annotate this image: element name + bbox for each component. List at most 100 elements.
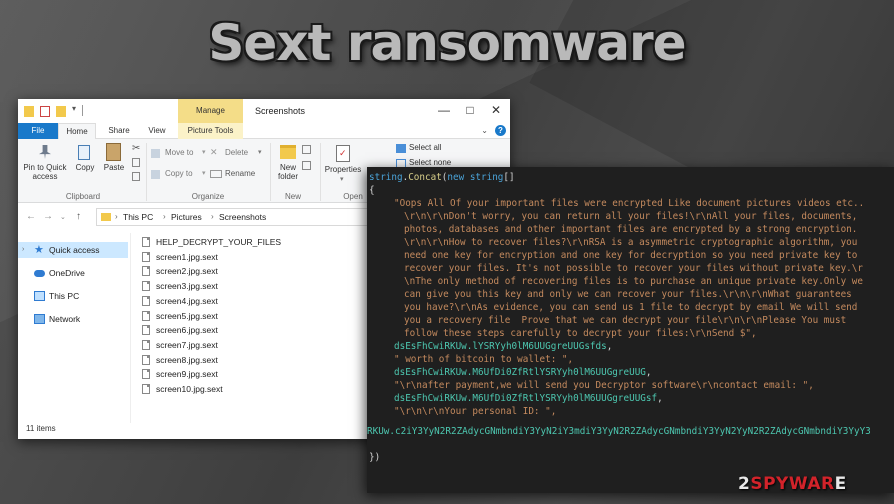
close-icon[interactable]: ✕ — [485, 103, 507, 117]
clipboard-group-label: Clipboard — [65, 192, 101, 201]
paste-shortcut-icon[interactable] — [132, 172, 140, 181]
nav-item-network[interactable]: Network — [18, 311, 128, 327]
file-item[interactable]: screen10.jpg.sext — [140, 382, 340, 397]
copy-to-button[interactable]: Copy to ▾ — [149, 169, 207, 181]
new-folder-label: New folder — [277, 163, 298, 181]
watermark-red: SPYWAR — [750, 474, 835, 494]
code-punct: , — [657, 393, 663, 404]
nav-item-this-pc[interactable]: This PC — [18, 288, 128, 304]
tab-picture-tools[interactable]: Picture Tools — [178, 123, 243, 139]
breadcrumb-pictures[interactable]: Pictures — [171, 212, 202, 222]
code-line: string.Concat(new string[] — [369, 172, 515, 183]
rename-icon — [210, 170, 222, 178]
code-line: dsEsFhCwiRKUw.M6UfDi0ZfRtlYSRYyh0lM6UUGg… — [394, 392, 663, 405]
pin-icon — [39, 145, 51, 159]
code-keyword: string — [469, 172, 504, 183]
select-all-icon — [396, 144, 406, 153]
code-variable: dsEsFhCwiRKUw. — [394, 393, 473, 404]
monitor-icon — [34, 291, 45, 301]
forward-arrow-icon[interactable]: → — [43, 211, 53, 222]
file-item[interactable]: screen8.jpg.sext — [140, 353, 340, 368]
watermark-logo: 2SPYWARE — [738, 474, 847, 494]
code-line: \r\n\r\nDon't worry, you can return all … — [404, 211, 858, 222]
breadcrumb-screenshots[interactable]: Screenshots — [219, 212, 266, 222]
easy-access-icon[interactable] — [302, 161, 311, 170]
chevron-down-icon: ▾ — [202, 170, 206, 177]
chevron-down-icon[interactable]: ⌄ — [481, 126, 488, 135]
file-icon — [142, 354, 150, 365]
tab-home[interactable]: Home — [58, 123, 96, 139]
status-bar-count: 11 items — [26, 424, 56, 433]
checkmark-icon[interactable] — [40, 106, 50, 117]
code-line: "Oops All Of your important files were e… — [394, 198, 865, 209]
code-line: dsEsFhCwiRKUw.lYSRYyh0lM6UUGgreUUGsfds, — [394, 340, 612, 353]
file-name: screen3.jpg.sext — [156, 281, 218, 292]
file-item[interactable]: HELP_DECRYPT_YOUR_FILES — [140, 235, 340, 250]
properties-button[interactable]: ✓ Properties ▾ — [322, 143, 364, 189]
rename-button[interactable]: Rename — [208, 169, 266, 181]
ribbon-separator — [146, 143, 147, 201]
nav-item-onedrive[interactable]: OneDrive — [18, 265, 128, 281]
code-keyword: string — [369, 172, 403, 183]
new-folder-button[interactable]: New folder — [272, 143, 304, 189]
code-line: \nThe only method of recovering files is… — [404, 276, 863, 287]
cut-icon[interactable]: ✂ — [132, 143, 140, 154]
pin-label: Pin to Quick access — [23, 163, 67, 181]
paste-icon — [106, 143, 121, 161]
tab-view[interactable]: View — [139, 123, 175, 139]
code-punct: [] — [503, 172, 515, 183]
breadcrumb-this-pc[interactable]: This PC — [123, 212, 153, 222]
code-line: follow these steps carefully to decrypt … — [404, 328, 757, 339]
new-item-icon[interactable] — [302, 145, 311, 154]
file-item[interactable]: screen6.jpg.sext — [140, 323, 340, 338]
file-item[interactable]: screen5.jpg.sext — [140, 309, 340, 324]
maximize-icon[interactable]: □ — [459, 103, 481, 117]
code-line: photos, databases and other important fi… — [404, 224, 858, 235]
recent-locations-icon[interactable]: ⌄ — [60, 213, 66, 221]
code-line: "\r\nafter payment,we will send you Decr… — [394, 380, 814, 391]
copy-path-icon[interactable] — [132, 158, 140, 167]
copy-button[interactable]: Copy — [72, 143, 98, 189]
file-item[interactable]: screen1.jpg.sext — [140, 250, 340, 265]
open-group-label: Open — [343, 192, 363, 201]
new-folder-icon[interactable] — [56, 106, 66, 117]
qa-dropdown-icon[interactable]: ▾ — [72, 104, 76, 113]
file-item[interactable]: screen4.jpg.sext — [140, 294, 340, 309]
code-line: dsEsFhCwiRKUw.M6UfDi0ZfRtlYSRYyh0lM6UUGg… — [394, 366, 652, 379]
code-line: { — [369, 185, 375, 196]
back-arrow-icon[interactable]: ← — [26, 211, 36, 222]
new-folder-icon — [280, 145, 296, 159]
pane-divider[interactable] — [130, 233, 131, 423]
code-line: you a recovery file Prove that we can de… — [404, 315, 847, 326]
tab-file[interactable]: File — [18, 123, 58, 139]
pin-button[interactable]: Pin to Quick access — [20, 143, 70, 189]
move-to-button[interactable]: Move to ▾ — [149, 148, 207, 160]
minimize-icon[interactable]: — — [433, 103, 455, 117]
select-all-button[interactable]: Select all — [394, 143, 474, 155]
file-icon — [142, 251, 150, 262]
delete-button[interactable]: ✕ Delete ▾ — [208, 147, 266, 160]
code-variable: c2iY3YyN2R2ZAdycGNmbndiY3YyN2iY3mdiY3YyN… — [395, 426, 871, 437]
move-to-label: Move to — [165, 148, 194, 157]
select-all-label: Select all — [409, 143, 442, 152]
code-line: " worth of bitcoin to wallet: ", — [394, 354, 574, 365]
file-item[interactable]: screen3.jpg.sext — [140, 279, 340, 294]
help-icon[interactable]: ? — [495, 125, 506, 136]
file-item[interactable]: screen7.jpg.sext — [140, 338, 340, 353]
cloud-icon — [34, 270, 45, 277]
file-item[interactable]: screen9.jpg.sext — [140, 367, 340, 382]
tab-share[interactable]: Share — [100, 123, 138, 139]
file-name: screen1.jpg.sext — [156, 251, 218, 262]
copy-label: Copy — [75, 163, 95, 172]
file-item[interactable]: screen2.jpg.sext — [140, 264, 340, 279]
paste-button[interactable]: Paste — [100, 143, 128, 189]
code-variable: M6UfDi0ZfRtlYSRYyh0lM6UUGgreUUG — [472, 367, 646, 378]
window-title: Screenshots — [255, 106, 306, 116]
copy-icon — [78, 145, 90, 160]
paste-label: Paste — [103, 163, 125, 172]
code-variable: dsEsFhCwiRKUw. — [394, 367, 473, 378]
file-name: HELP_DECRYPT_YOUR_FILES — [156, 237, 282, 247]
up-arrow-icon[interactable]: ↑ — [76, 211, 81, 222]
chevron-down-icon: ▾ — [340, 176, 344, 183]
nav-item-quick-access[interactable]: › ★ Quick access — [18, 242, 128, 258]
